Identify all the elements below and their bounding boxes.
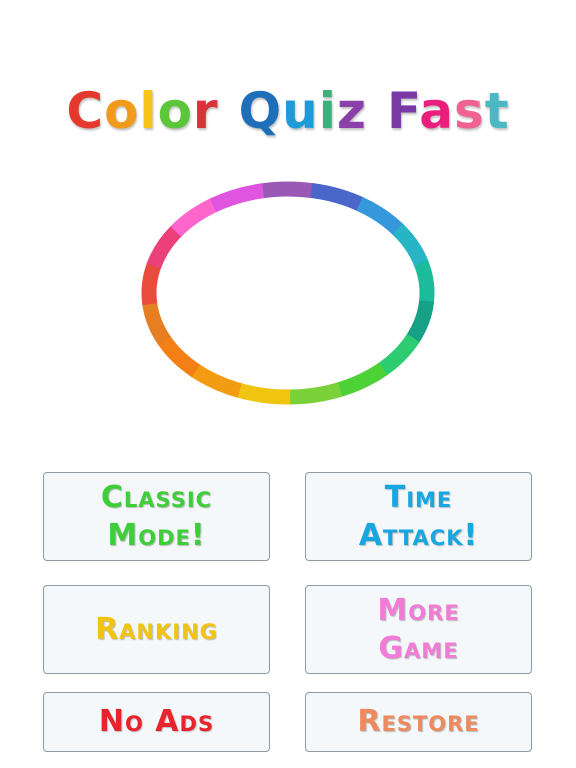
ranking-button[interactable]: Ranking (43, 585, 270, 674)
ring-segment (146, 224, 183, 269)
ring-segment (189, 363, 242, 398)
ring-segment (287, 382, 343, 405)
no-ads-button[interactable]: No Ads (43, 692, 270, 752)
ring-segment (157, 334, 201, 378)
more-game-label-line2: Game (378, 630, 459, 666)
restore-button[interactable]: Restore (305, 692, 532, 752)
time-attack-label-line2: Attack! (358, 517, 479, 553)
ring-segment (335, 362, 388, 398)
ring-segment (259, 181, 316, 199)
classic-mode-label-line2: Mode! (107, 517, 206, 553)
title-word-fast: Fast (386, 82, 510, 140)
ring-segment (392, 223, 429, 268)
ring-segment (356, 196, 405, 237)
color-ring (138, 180, 438, 406)
ring-segment (414, 260, 435, 305)
ranking-label: Ranking (95, 611, 218, 647)
ring-segment (209, 183, 265, 213)
time-attack-label-line1: Time (384, 479, 453, 515)
ring-segment (235, 382, 291, 405)
time-attack-button[interactable]: Time Attack! (305, 472, 532, 561)
ring-segment (142, 300, 171, 346)
classic-mode-button[interactable]: Classic Mode! (43, 472, 270, 561)
app-title: Color Quiz Fast (0, 82, 576, 140)
classic-mode-label-line1: Classic (100, 479, 213, 515)
ring-segment (405, 299, 435, 344)
restore-label: Restore (357, 704, 480, 739)
ring-segment (310, 183, 365, 212)
ring-segment (141, 261, 162, 306)
more-game-button[interactable]: More Game (305, 585, 532, 674)
title-word-color: Color (66, 82, 219, 140)
title-word-quiz: Quiz (238, 82, 367, 140)
no-ads-label: No Ads (98, 704, 215, 739)
ring-segment (376, 333, 420, 377)
color-ring-graphic (141, 181, 435, 405)
more-game-label-line1: More (377, 592, 460, 628)
ring-segment (170, 197, 219, 237)
